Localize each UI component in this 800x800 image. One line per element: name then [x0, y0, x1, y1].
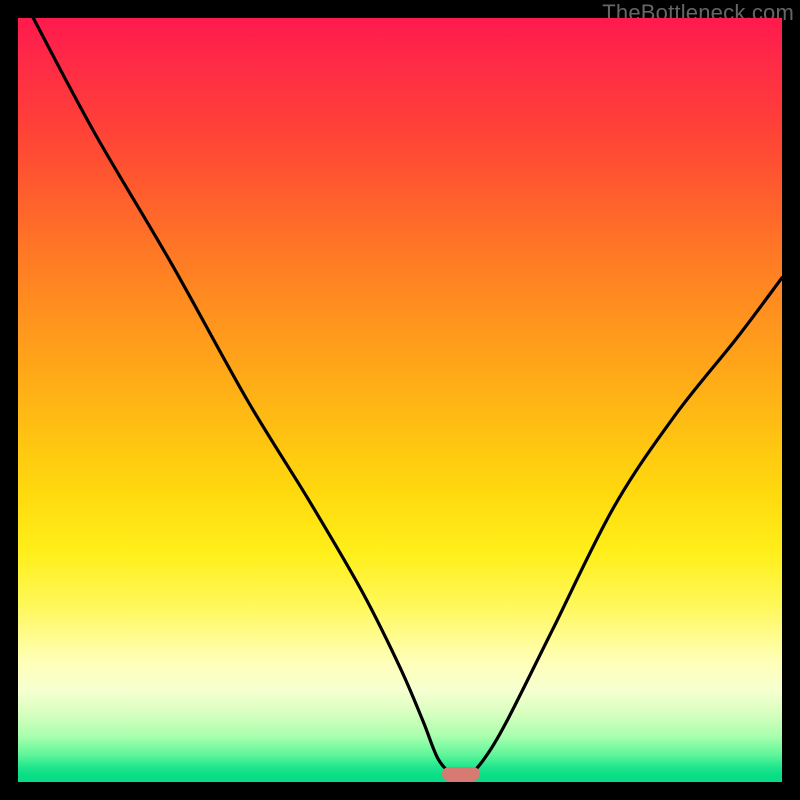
optimal-marker	[442, 767, 480, 781]
plot-area	[18, 18, 782, 782]
bottleneck-curve	[18, 18, 782, 782]
chart-frame: TheBottleneck.com	[0, 0, 800, 800]
